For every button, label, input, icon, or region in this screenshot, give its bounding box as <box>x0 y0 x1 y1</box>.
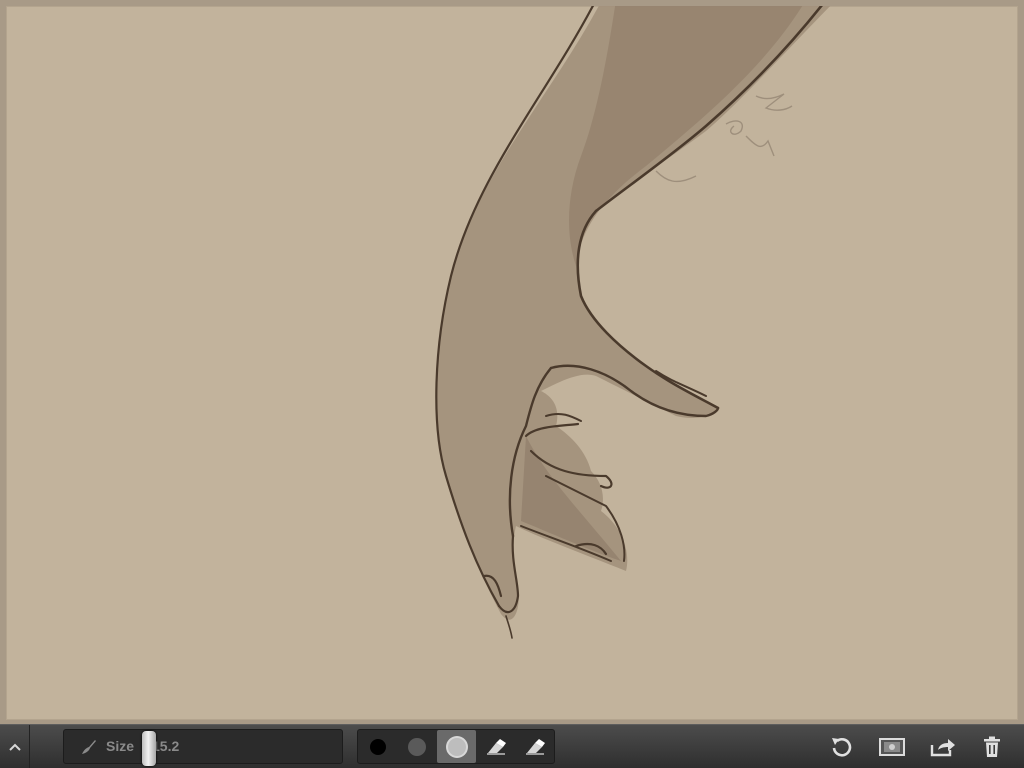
undo-button[interactable] <box>823 725 859 768</box>
brush-gray-button[interactable] <box>397 730 436 763</box>
trash-icon <box>984 736 1000 757</box>
chevron-up-icon <box>8 743 21 751</box>
gray-dot-icon <box>407 737 426 756</box>
eraser-icon <box>525 738 545 755</box>
size-value: 15.2 <box>152 738 180 754</box>
brush-size-slider[interactable]: Size 15.2 <box>63 729 343 766</box>
eraser-icon <box>486 738 506 755</box>
size-slider-thumb[interactable] <box>142 731 156 766</box>
eraser-1-button[interactable] <box>476 730 515 763</box>
trash-button[interactable] <box>974 725 1010 768</box>
share-button[interactable] <box>925 725 961 768</box>
undo-icon <box>832 737 852 757</box>
hand-sketch <box>435 6 831 639</box>
bottom-toolbar: Size 15.2 <box>0 724 1024 768</box>
brush-icon <box>82 740 96 754</box>
brush-selector <box>357 729 555 764</box>
layers-icon <box>879 737 905 756</box>
layers-button[interactable] <box>874 725 910 768</box>
sketch-app: Size 15.2 <box>0 0 1024 768</box>
toolbar-toggle-button[interactable] <box>0 725 30 768</box>
light-dot-icon <box>447 737 466 756</box>
share-icon <box>930 738 955 756</box>
drawing-canvas[interactable] <box>6 6 1018 720</box>
brush-black-button[interactable] <box>358 730 397 763</box>
black-dot-icon <box>369 738 386 755</box>
size-label: Size <box>106 738 135 754</box>
eraser-2-button[interactable] <box>515 730 554 763</box>
brush-light-button[interactable] <box>437 730 476 763</box>
